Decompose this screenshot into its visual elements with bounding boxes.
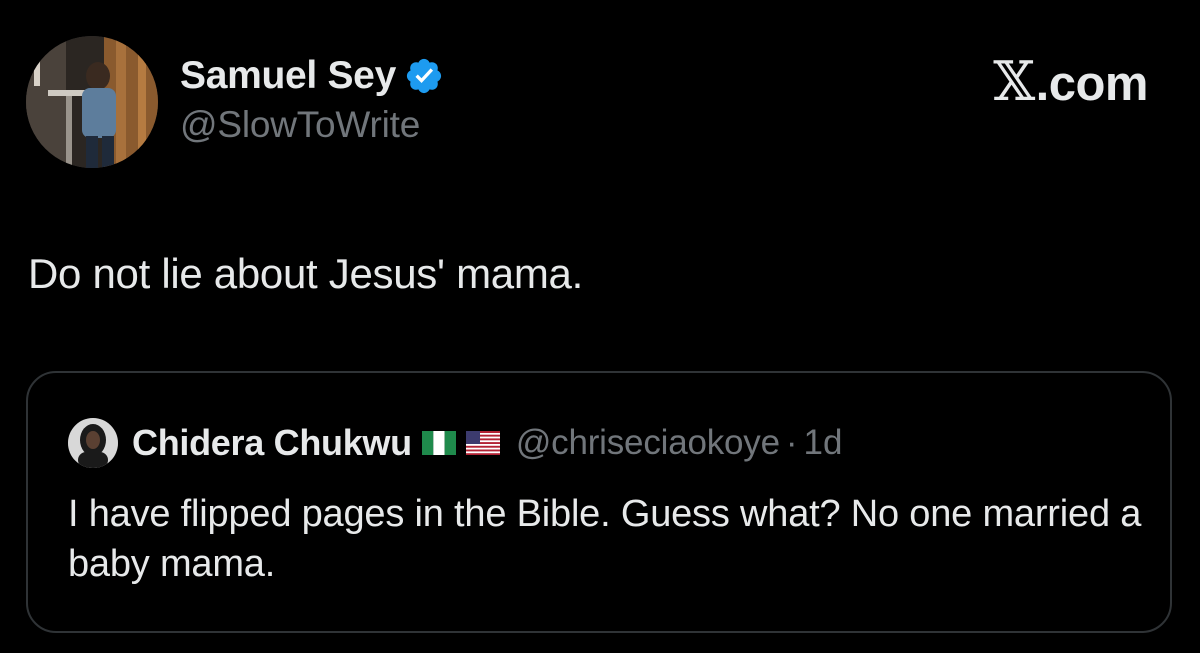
quoted-tweet-text: I have flipped pages in the Bible. Guess…: [68, 493, 1142, 585]
quoted-tweet-header: Chidera Chukwu @chriseciaokoye · 1d: [68, 417, 842, 469]
x-logo-icon: 𝕏: [993, 50, 1035, 113]
x-com-brand: 𝕏 .com: [993, 50, 1148, 113]
usa-flag-icon: [465, 431, 500, 455]
quoted-author-name[interactable]: Chidera Chukwu: [132, 422, 412, 464]
author-handle[interactable]: @SlowToWrite: [180, 104, 444, 146]
tweet-card: Samuel Sey @SlowToWrite 𝕏 .com Do not li…: [0, 0, 1200, 653]
quoted-timestamp[interactable]: 1d: [804, 423, 843, 463]
verified-badge-icon: [404, 56, 444, 96]
quoted-tweet[interactable]: Chidera Chukwu @chriseciaokoye · 1d I ha…: [26, 371, 1172, 633]
author-name-row: Samuel Sey: [180, 52, 444, 100]
author-info: Samuel Sey @SlowToWrite: [180, 52, 444, 146]
meta-separator: ·: [785, 423, 798, 462]
avatar-photo: [26, 36, 158, 168]
brand-domain: .com: [1035, 57, 1149, 111]
tweet-text: Do not lie about Jesus' mama.: [28, 250, 583, 297]
quoted-avatar-photo: [68, 418, 118, 468]
author-avatar[interactable]: [26, 36, 158, 168]
author-display-name[interactable]: Samuel Sey: [180, 54, 396, 98]
quoted-author-avatar[interactable]: [68, 418, 118, 468]
nigeria-flag-icon: [421, 431, 456, 455]
quoted-author-handle[interactable]: @chriseciaokoye: [516, 423, 780, 463]
